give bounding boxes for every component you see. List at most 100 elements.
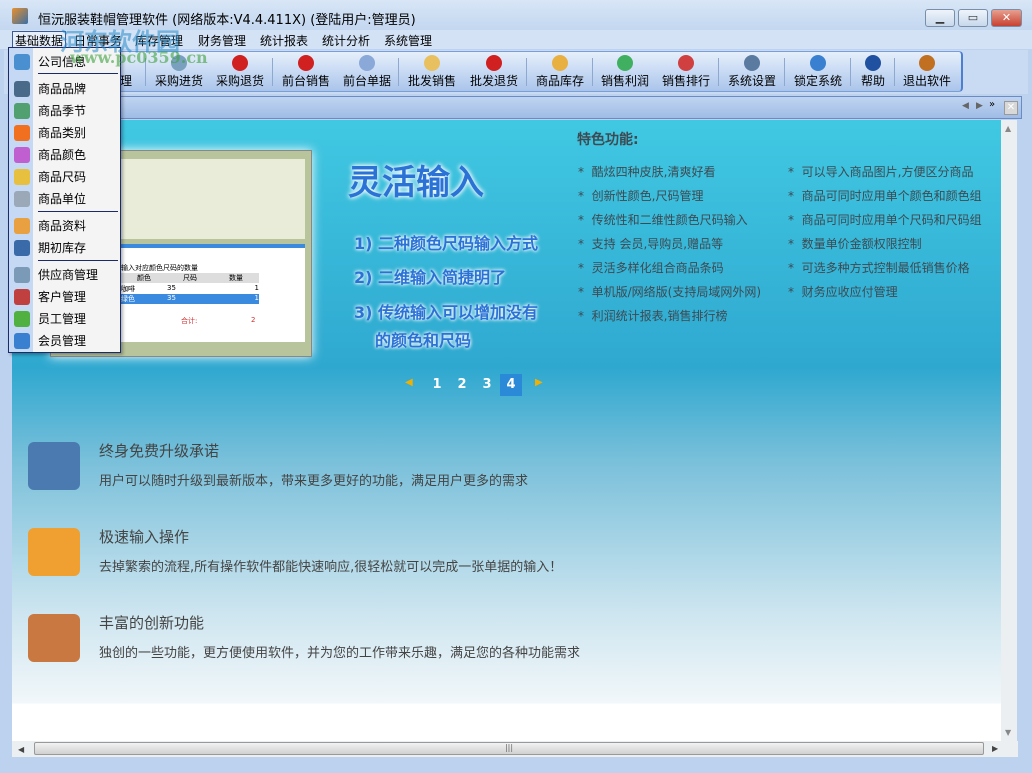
toolbar-button-label: 采购进货 — [155, 74, 204, 88]
pager-page-3[interactable]: 3 — [476, 374, 498, 396]
dropdown-item[interactable]: 员工管理 — [38, 310, 86, 327]
thumb-header: 尺码 — [183, 274, 197, 282]
dropdown-item[interactable]: 供应商管理 — [38, 266, 98, 283]
toolbar-separator — [272, 58, 273, 86]
close-button[interactable]: ✕ — [991, 9, 1022, 27]
banner-point: 3) 传统输入可以增加没有 — [354, 303, 539, 322]
toolbar-button-4[interactable]: 批发销售 — [408, 53, 456, 91]
settings-icon — [744, 55, 760, 71]
scroll-thumb[interactable]: ||| — [34, 742, 984, 755]
employee-icon — [14, 311, 30, 327]
toolbar-separator — [592, 58, 593, 86]
section-title: 终身免费升级承诺 — [99, 442, 220, 460]
thumb-total-label: 合计: — [181, 317, 198, 325]
pie-chart-icon — [617, 55, 633, 71]
pyramid-icon — [28, 528, 80, 576]
banner-point: 的颜色和尺码 — [375, 331, 472, 350]
vertical-scrollbar[interactable]: ▲ ▼ — [1001, 120, 1017, 741]
menu-finance[interactable]: 财务管理 — [198, 32, 246, 49]
toolbar-button-6[interactable]: 商品库存 — [536, 53, 584, 91]
company-icon — [14, 54, 30, 70]
toolbar-button-11[interactable]: 帮助 — [860, 53, 886, 91]
wholesale-icon — [424, 55, 440, 71]
supplier-icon — [14, 267, 30, 283]
feature-item: * 商品可同时应用单个尺码和尺码组 — [788, 213, 982, 227]
toolbox-add-icon — [28, 614, 80, 662]
pager-page-2[interactable]: 2 — [451, 374, 473, 396]
menu-analysis[interactable]: 统计分析 — [322, 32, 370, 49]
toolbar-button-8[interactable]: 销售排行 — [662, 53, 710, 91]
tab-scroll-left-icon[interactable]: ◀ — [962, 101, 969, 111]
toolbar-button-3[interactable]: 前台单据 — [343, 53, 391, 91]
help-icon — [865, 55, 881, 71]
toolbar-button-1[interactable]: 采购退货 — [216, 53, 264, 91]
toolbar-button-label: 批发销售 — [408, 74, 457, 88]
dropdown-item[interactable]: 商品尺码 — [38, 168, 86, 185]
feature-item: * 传统性和二维性颜色尺码输入 — [578, 213, 748, 227]
unit-icon — [14, 191, 30, 207]
minimize-button[interactable]: ▁ — [925, 9, 955, 27]
toolbar-button-label: 系统设置 — [728, 74, 777, 88]
basket-icon — [298, 55, 314, 71]
scroll-left-icon[interactable]: ◀ — [12, 741, 34, 757]
dropdown-item[interactable]: 商品品牌 — [38, 80, 86, 97]
pager-page-4[interactable]: 4 — [500, 374, 522, 396]
dropdown-separator — [38, 260, 118, 261]
toolbar-button-label: 商品库存 — [536, 74, 585, 88]
toolbar-button-label: 锁定系统 — [794, 74, 843, 88]
feature-item: * 创新性颜色,尺码管理 — [578, 189, 704, 203]
toolbar-separator — [894, 58, 895, 86]
wholesale-return-icon — [486, 55, 502, 71]
toolbar-button-9[interactable]: 系统设置 — [728, 53, 776, 91]
feature-item: * 商品可同时应用单个颜色和颜色组 — [788, 189, 982, 203]
feature-item: * 可选多种方式控制最低销售价格 — [788, 261, 970, 275]
tab-scroll-right-icon[interactable]: ▶ — [976, 101, 983, 111]
toolbar-button-label: 前台单据 — [343, 74, 392, 88]
toolbar-button-7[interactable]: 销售利润 — [601, 53, 649, 91]
tab-close-icon[interactable]: ✕ — [1004, 101, 1018, 115]
thumb-header: 颜色 — [137, 274, 151, 282]
feature-item: * 酷炫四种皮肤,清爽好看 — [578, 165, 716, 179]
product-icon — [14, 218, 30, 234]
section-title: 极速输入操作 — [99, 528, 190, 546]
dropdown-separator — [38, 73, 118, 74]
customer-icon — [14, 289, 30, 305]
dropdown-item[interactable]: 商品资料 — [38, 217, 86, 234]
scroll-down-icon[interactable]: ▼ — [1005, 728, 1011, 737]
season-icon — [14, 103, 30, 119]
dropdown-item[interactable]: 会员管理 — [38, 332, 86, 349]
feature-item: * 数量单价金额权限控制 — [788, 237, 922, 251]
pager-prev-icon[interactable]: ◀ — [405, 377, 413, 388]
toolbar-button-label: 销售利润 — [601, 74, 650, 88]
dropdown-item[interactable]: 商品颜色 — [38, 146, 86, 163]
section-title: 丰富的创新功能 — [99, 614, 205, 632]
boxes-icon — [552, 55, 568, 71]
dropdown-item[interactable]: 商品季节 — [38, 102, 86, 119]
menu-system[interactable]: 系统管理 — [384, 32, 432, 49]
features-title: 特色功能: — [577, 132, 639, 148]
pager-next-icon[interactable]: ▶ — [535, 377, 543, 388]
pager-page-1[interactable]: 1 — [426, 374, 448, 396]
toolbar-button-label: 销售排行 — [662, 74, 711, 88]
thumb-row: 绿色 35 1 — [121, 294, 259, 304]
scroll-up-icon[interactable]: ▲ — [1005, 124, 1011, 133]
toolbar-separator — [398, 58, 399, 86]
menu-reports[interactable]: 统计报表 — [260, 32, 308, 49]
dropdown-item[interactable]: 商品类别 — [38, 124, 86, 141]
toolbar-button-12[interactable]: 退出软件 — [903, 53, 951, 91]
dropdown-item[interactable]: 商品单位 — [38, 190, 86, 207]
dropdown-item[interactable]: 期初库存 — [38, 239, 86, 256]
tab-list-icon[interactable]: » — [989, 99, 995, 110]
dropdown-item[interactable]: 客户管理 — [38, 288, 86, 305]
maximize-button[interactable]: ▭ — [958, 9, 988, 27]
brand-icon — [14, 81, 30, 97]
toolbar-button-label: 批发退货 — [470, 74, 519, 88]
horizontal-scrollbar[interactable]: ||| ▶ — [34, 741, 1018, 757]
toolbar-separator — [718, 58, 719, 86]
toolbar-button-2[interactable]: 前台销售 — [282, 53, 330, 91]
toolbar-button-10[interactable]: 锁定系统 — [794, 53, 842, 91]
banner-point: 1) 二种颜色尺码输入方式 — [354, 234, 539, 253]
return-icon — [232, 55, 248, 71]
toolbar-button-5[interactable]: 批发退货 — [470, 53, 518, 91]
scroll-right-icon[interactable]: ▶ — [992, 744, 998, 753]
